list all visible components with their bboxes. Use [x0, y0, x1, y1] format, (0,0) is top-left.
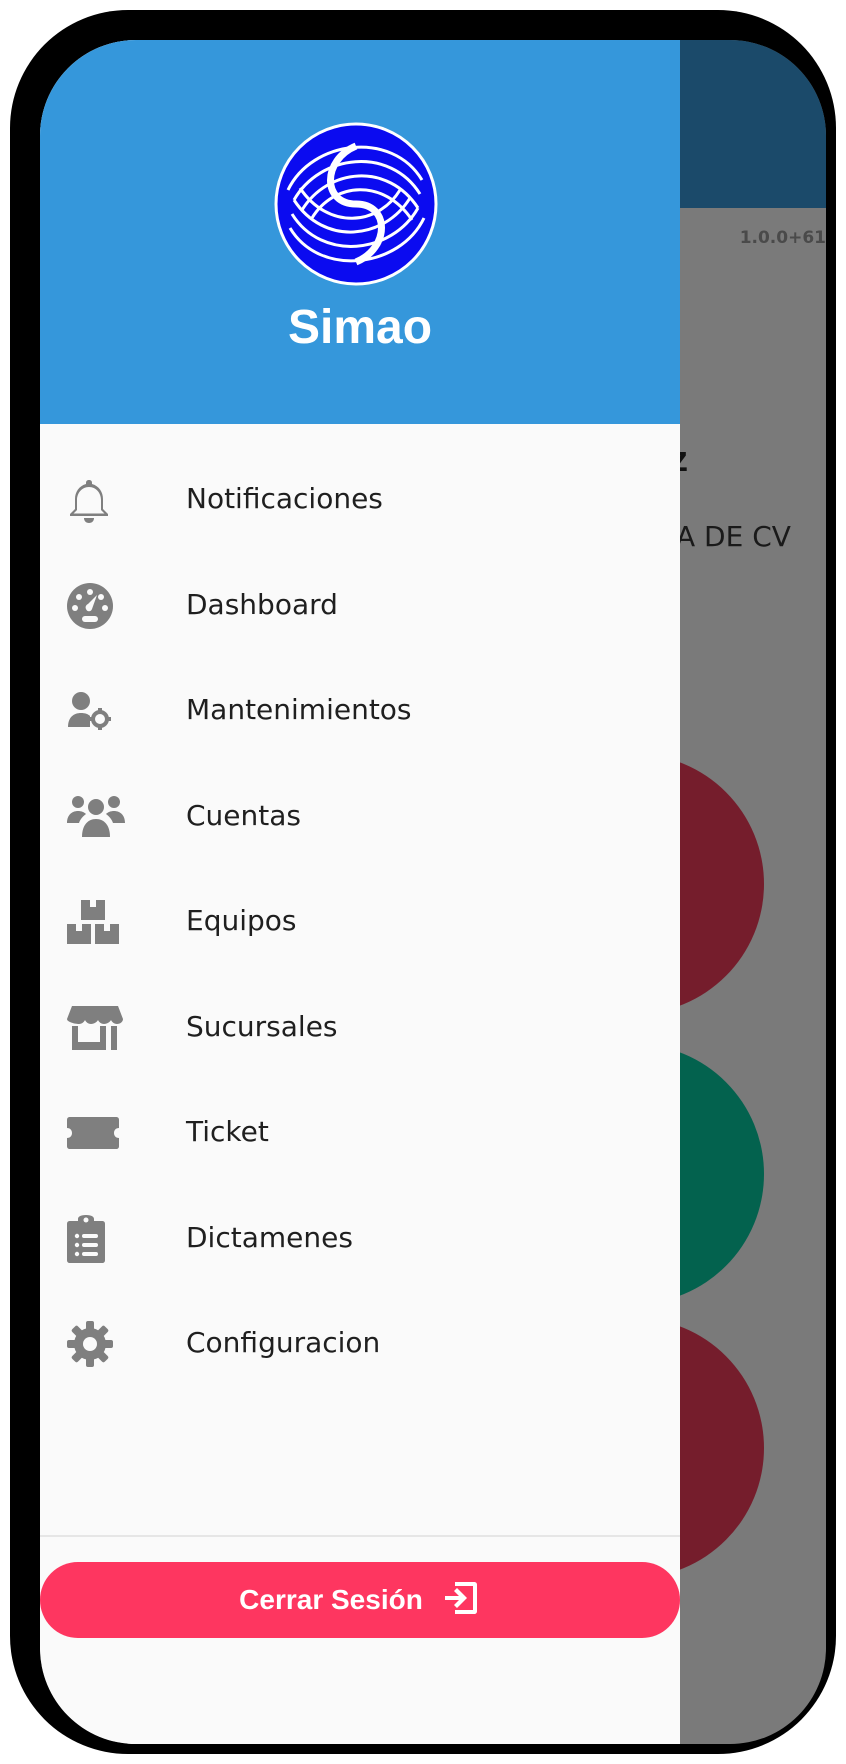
menu-item-label: Ticket: [186, 1115, 269, 1148]
menu-item-label: Dashboard: [186, 588, 338, 621]
user-gear-icon: [66, 687, 132, 735]
users-icon: [66, 793, 132, 841]
logout-label: Cerrar Sesión: [239, 1584, 423, 1615]
menu-item-dictamenes[interactable]: Dictamenes: [40, 1185, 680, 1285]
menu-item-label: Dictamenes: [186, 1221, 353, 1254]
menu-item-label: Sucursales: [186, 1010, 338, 1043]
navigation-drawer: Simao Notificaciones Dashboard Mantenimi…: [40, 40, 680, 1744]
menu-item-mantenimientos[interactable]: Mantenimientos: [40, 657, 680, 757]
menu-item-label: Notificaciones: [186, 482, 383, 515]
drawer-divider: [40, 1535, 680, 1537]
menu-item-configuracion[interactable]: Configuracion: [40, 1290, 680, 1390]
app-title: Simao: [287, 301, 433, 354]
gear-icon: [66, 1320, 132, 1368]
menu-item-label: Mantenimientos: [186, 693, 412, 726]
app-version: 1.0.0+61: [739, 228, 826, 248]
drawer-header: Simao: [40, 40, 680, 424]
menu-item-label: Equipos: [186, 904, 297, 937]
menu-item-equipos[interactable]: Equipos: [40, 868, 680, 968]
bell-icon: [66, 476, 132, 524]
clipboard-list-icon: [66, 1215, 132, 1263]
menu-item-notificaciones[interactable]: Notificaciones: [40, 446, 680, 546]
menu-item-ticket[interactable]: Ticket: [40, 1079, 680, 1179]
boxes-icon: [66, 898, 132, 946]
menu-item-cuentas[interactable]: Cuentas: [40, 763, 680, 863]
speedometer-icon: [66, 582, 132, 630]
exit-icon: [441, 1578, 481, 1623]
store-icon: [66, 1004, 132, 1052]
device-frame: 1.0.0+61 z A DE CV es es: [10, 10, 836, 1754]
ticket-icon: [66, 1109, 132, 1157]
logout-button[interactable]: Cerrar Sesión: [40, 1562, 680, 1638]
menu-item-sucursales[interactable]: Sucursales: [40, 974, 680, 1074]
app-logo: [274, 122, 438, 286]
menu-item-dashboard[interactable]: Dashboard: [40, 552, 680, 652]
screen: 1.0.0+61 z A DE CV es es: [40, 40, 826, 1744]
menu-item-label: Cuentas: [186, 799, 301, 832]
background-company-name: A DE CV: [676, 520, 791, 553]
menu-item-label: Configuracion: [186, 1326, 381, 1359]
